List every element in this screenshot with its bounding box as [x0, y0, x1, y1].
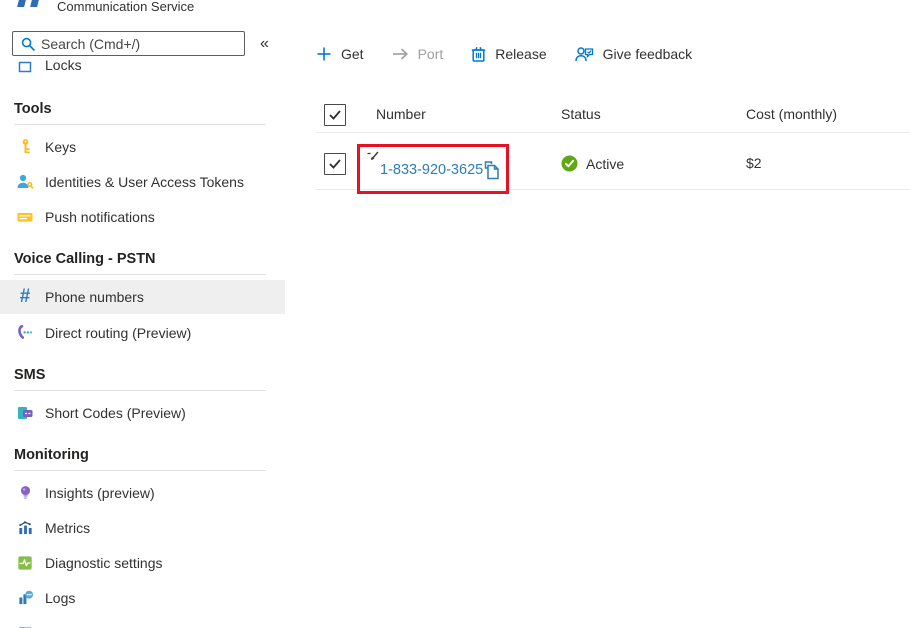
release-button[interactable]: Release — [471, 46, 546, 62]
diagnostic-settings-icon — [16, 554, 34, 572]
search-input[interactable] — [41, 36, 231, 52]
phone-number-link[interactable]: 1-833-920-3625 — [380, 162, 483, 178]
sidebar-item-diagnostic-settings[interactable]: Diagnostic settings — [0, 545, 285, 580]
sidebar-item-label: Logs — [45, 590, 75, 606]
sidebar-item-logs[interactable]: Logs — [0, 580, 285, 615]
insights-icon — [16, 484, 34, 502]
plus-icon — [316, 46, 332, 62]
logs-icon — [16, 589, 34, 607]
sidebar-item-label: Identities & User Access Tokens — [45, 174, 244, 190]
short-codes-icon — [16, 404, 34, 422]
identity-user-icon — [16, 173, 34, 191]
get-button-label: Get — [341, 46, 364, 62]
sidebar-item-locks[interactable]: Locks — [0, 53, 285, 77]
give-feedback-label: Give feedback — [603, 46, 693, 62]
select-all-checkbox[interactable] — [324, 104, 346, 126]
key-icon — [16, 138, 34, 156]
section-header-monitoring: Monitoring — [14, 447, 89, 463]
get-button[interactable]: Get — [316, 46, 364, 62]
highlight-annotation-box: 1-833-920-3625 — [357, 144, 509, 194]
sidebar-item-label: Insights (preview) — [45, 485, 155, 501]
checkmark-icon — [329, 159, 341, 169]
status-badge: Active — [586, 156, 624, 172]
cost-value: $2 — [746, 155, 762, 171]
divider — [14, 274, 266, 275]
section-header-sms: SMS — [14, 367, 45, 383]
arrow-right-icon — [392, 47, 409, 61]
section-header-voice-calling: Voice Calling - PSTN — [14, 251, 156, 267]
sidebar-item-phone-numbers[interactable]: # Phone numbers — [0, 280, 285, 314]
divider — [14, 124, 266, 125]
workbook-icon — [16, 625, 34, 628]
table-header-row: Number Status Cost (monthly) — [316, 98, 910, 133]
sidebar-item-push-notifications[interactable]: Push notifications — [0, 199, 285, 234]
status-cell: Active — [561, 155, 624, 172]
sidebar-item-label: Metrics — [45, 520, 90, 536]
sidebar-item-label: Keys — [45, 139, 76, 155]
hash-icon: # — [16, 288, 34, 306]
column-header-cost[interactable]: Cost (monthly) — [746, 106, 837, 122]
port-button-label: Port — [418, 46, 444, 62]
sidebar-item-label: Push notifications — [45, 209, 155, 225]
sidebar-item-short-codes[interactable]: Short Codes (Preview) — [0, 395, 285, 430]
feedback-person-icon — [575, 46, 594, 62]
sidebar-item-label: Short Codes (Preview) — [45, 405, 186, 421]
checkmark-icon — [329, 110, 341, 120]
copy-icon[interactable] — [482, 160, 501, 181]
section-header-tools: Tools — [14, 101, 52, 117]
service-type-label: Communication Service — [57, 0, 194, 14]
sidebar-item-metrics[interactable]: Metrics — [0, 510, 285, 545]
column-header-status[interactable]: Status — [561, 106, 601, 122]
sidebar-item-keys[interactable]: Keys — [0, 129, 285, 164]
search-icon — [21, 37, 35, 51]
sidebar-item-label: Diagnostic settings — [45, 555, 163, 571]
main-content: Get Port Release Give feedback Number St… — [316, 0, 910, 628]
active-status-icon — [561, 155, 578, 172]
table-row[interactable]: 1-833-920-3625 Active $2 — [316, 133, 910, 190]
azure-portal-page: Communication Service « Locks Tools Keys — [0, 0, 910, 628]
metrics-icon — [16, 519, 34, 537]
push-notifications-icon — [16, 208, 34, 226]
collapse-sidebar-icon[interactable]: « — [256, 33, 273, 55]
column-header-number[interactable]: Number — [376, 106, 426, 122]
sidebar-item-insights[interactable]: Insights (preview) — [0, 475, 285, 510]
divider — [14, 390, 266, 391]
sidebar-item-clipped[interactable] — [0, 616, 285, 628]
release-button-label: Release — [495, 46, 546, 62]
sidebar-item-label: Locks — [45, 57, 82, 73]
port-button[interactable]: Port — [392, 46, 444, 62]
sidebar: Communication Service « Locks Tools Keys — [0, 0, 285, 628]
row-checkbox[interactable] — [324, 153, 346, 175]
give-feedback-button[interactable]: Give feedback — [575, 46, 693, 62]
trash-icon — [471, 46, 486, 62]
sidebar-item-label: Phone numbers — [45, 289, 144, 305]
divider — [14, 470, 266, 471]
command-bar: Get Port Release Give feedback — [316, 40, 692, 68]
lock-icon — [16, 56, 34, 74]
sidebar-item-identities[interactable]: Identities & User Access Tokens — [0, 164, 285, 199]
sidebar-item-direct-routing[interactable]: Direct routing (Preview) — [0, 315, 285, 350]
sidebar-item-label: Direct routing (Preview) — [45, 325, 191, 341]
phone-routing-icon — [16, 324, 34, 342]
service-logo-icon — [18, 0, 44, 8]
